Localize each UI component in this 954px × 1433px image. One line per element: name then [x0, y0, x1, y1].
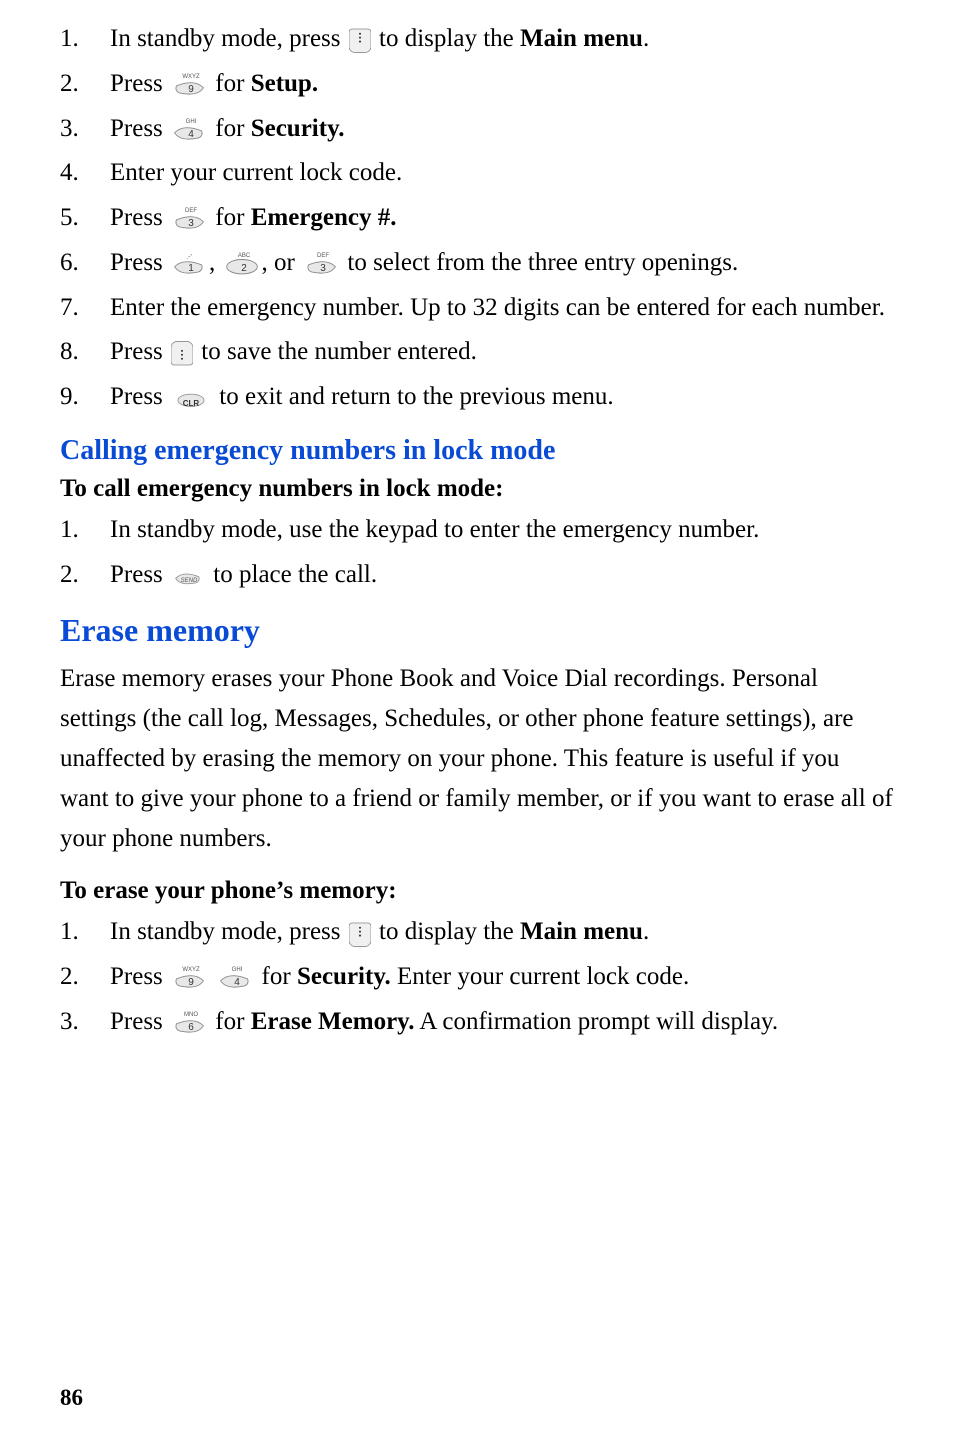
text: Press — [110, 249, 169, 276]
key3-icon: 3 DEF — [171, 206, 207, 232]
text: Press — [110, 963, 169, 990]
text-bold: Emergency #. — [251, 204, 397, 231]
svg-text:WXYZ: WXYZ — [182, 967, 200, 973]
step-a7: Enter the emergency number. Up to 32 dig… — [60, 289, 894, 328]
subheading-erase-memory: To erase your phone’s memory: — [60, 877, 894, 905]
steps-list-c: In standby mode, press to display the Ma… — [60, 913, 894, 1041]
text-bold: Erase Memory. — [251, 1008, 415, 1035]
step-a6: Press 1 .-', 2 ABC , or 3 DEF to select from… — [60, 244, 894, 283]
text: Enter the emergency number. Up to 32 dig… — [110, 294, 885, 321]
step-a9: Press CLR to exit and return to the prev… — [60, 378, 894, 417]
svg-text:9: 9 — [188, 977, 194, 988]
text: for — [262, 963, 297, 990]
step-b1: In standby mode, use the keypad to enter… — [60, 511, 894, 550]
step-c2: Press 9 WXYZ 4 GHI for Security. Enter you… — [60, 958, 894, 997]
save-key-icon — [171, 341, 193, 367]
text-bold: Main menu — [520, 918, 643, 945]
svg-text:3: 3 — [320, 263, 326, 274]
key4-icon: 4 GHI — [217, 965, 253, 991]
menu-key-icon — [349, 921, 371, 947]
step-a5: Press 3 DEF for Emergency #. — [60, 199, 894, 238]
svg-text:4: 4 — [235, 977, 241, 988]
text: Enter your current lock code. — [110, 159, 402, 186]
text: to display the — [379, 918, 520, 945]
step-c3: Press 6 MNO for Erase Memory. A confirmat… — [60, 1003, 894, 1042]
text-bold: Main menu — [520, 25, 643, 52]
key1-icon: 1 .-' — [171, 251, 207, 277]
svg-text:6: 6 — [188, 1022, 194, 1033]
text: Press — [110, 561, 169, 588]
svg-text:CLR: CLR — [183, 399, 200, 408]
key2-icon: 2 ABC — [224, 251, 260, 277]
steps-list-a: In standby mode, press to display the Ma… — [60, 20, 894, 417]
text: Press — [110, 204, 169, 231]
subheading-call-emergency: To call emergency numbers in lock mode: — [60, 475, 894, 503]
svg-text:DEF: DEF — [317, 253, 329, 259]
key4-icon: 4 GHI — [171, 117, 207, 143]
text: . — [643, 25, 649, 52]
step-c1: In standby mode, press to display the Ma… — [60, 913, 894, 952]
key9-icon: 9 WXYZ — [171, 72, 207, 98]
heading-erase-memory: Erase memory — [60, 612, 894, 649]
text-bold: Security. — [251, 115, 345, 142]
text: In standby mode, use the keypad to enter… — [110, 516, 759, 543]
text: for — [209, 115, 251, 142]
svg-text:GHI: GHI — [232, 967, 243, 973]
svg-text:WXYZ: WXYZ — [182, 74, 200, 80]
text: to place the call. — [213, 561, 377, 588]
paragraph-erase-memory: Erase memory erases your Phone Book and … — [60, 659, 894, 859]
text: to save the number entered. — [201, 338, 477, 365]
steps-list-b: In standby mode, use the keypad to enter… — [60, 511, 894, 595]
svg-text:9: 9 — [188, 84, 194, 95]
svg-text:MNO: MNO — [184, 1012, 198, 1018]
step-b2: Press SEND to place the call. — [60, 556, 894, 595]
text: A confirmation prompt will display. — [415, 1008, 779, 1035]
key9-icon: 9 WXYZ — [171, 965, 207, 991]
text: Press — [110, 383, 169, 410]
text: Press — [110, 1008, 169, 1035]
clr-key-icon: CLR — [171, 388, 211, 408]
svg-text:SEND: SEND — [181, 578, 198, 584]
step-a1: In standby mode, press to display the Ma… — [60, 20, 894, 59]
text: to select from the three entry openings. — [341, 249, 738, 276]
text: Press — [110, 70, 169, 97]
text: Press — [110, 115, 169, 142]
text: In standby mode, press — [110, 918, 341, 945]
text: to exit and return to the previous menu. — [219, 383, 613, 410]
key6-icon: 6 MNO — [171, 1010, 207, 1036]
text: for — [215, 1008, 250, 1035]
key3-icon: 3 DEF — [303, 251, 339, 277]
page-number: 86 — [60, 1385, 83, 1411]
heading-calling-emergency: Calling emergency numbers in lock mode — [60, 435, 894, 467]
step-a8: Press to save the number entered. — [60, 333, 894, 372]
text: for — [209, 204, 251, 231]
text-bold: Security. — [297, 963, 391, 990]
svg-text:.-': .-' — [186, 254, 192, 261]
text-bold: Setup. — [251, 70, 318, 97]
text: to display the — [379, 25, 520, 52]
text: , or — [262, 249, 302, 276]
menu-key-icon — [349, 27, 371, 53]
svg-text:GHI: GHI — [186, 119, 197, 125]
step-a2: Press 9 WXYZ for Setup. — [60, 65, 894, 104]
step-a4: Enter your current lock code. — [60, 154, 894, 193]
text: , — [209, 249, 222, 276]
text: In standby mode, press — [110, 25, 341, 52]
text: Press — [110, 338, 169, 365]
send-key-icon: SEND — [171, 566, 205, 586]
svg-text:1: 1 — [188, 263, 194, 274]
step-a3: Press 4 GHI for Security. — [60, 110, 894, 149]
svg-text:4: 4 — [188, 129, 194, 140]
svg-text:3: 3 — [188, 218, 194, 229]
svg-text:DEF: DEF — [185, 208, 197, 214]
text: Enter your current lock code. — [391, 963, 690, 990]
text: . — [643, 918, 649, 945]
text: for — [215, 70, 250, 97]
svg-text:2: 2 — [241, 263, 247, 274]
svg-text:ABC: ABC — [237, 253, 250, 259]
